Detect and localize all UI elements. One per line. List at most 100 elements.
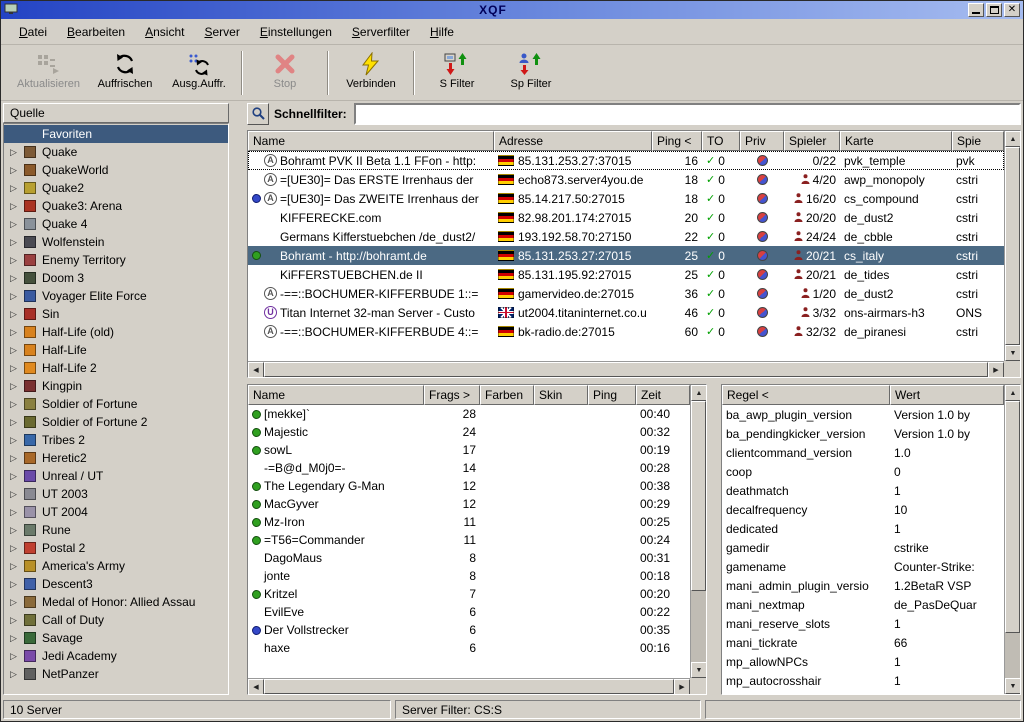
scroll-right-icon[interactable]: ▶ [988,362,1004,378]
sidebar-item[interactable]: ▷ UT 2004 [4,503,228,521]
column-header-skin[interactable]: Skin [534,385,588,405]
expander-icon[interactable]: ▷ [10,165,24,176]
sidebar-item[interactable]: ▷ Quake [4,143,228,161]
refresh-all-button[interactable]: Aktualisieren [9,48,88,98]
sidebar-item[interactable]: ▷ Quake3: Arena [4,197,228,215]
scroll-left-icon[interactable]: ◀ [248,679,264,695]
rule-row[interactable]: gamename Counter-Strike: [722,557,1004,576]
scroll-up-icon[interactable]: ▲ [691,385,706,401]
rule-row[interactable]: decalfrequency 10 [722,500,1004,519]
server-filter-button[interactable]: S Filter [420,48,494,98]
sidebar-item[interactable]: ▷ Half-Life 2 [4,359,228,377]
sidebar-item[interactable]: ▷ Voyager Elite Force [4,287,228,305]
player-row[interactable]: [mekke]` 28 00:40 [248,405,690,423]
server-row[interactable]: A Bohramt PVK II Beta 1.1 FFon - http: 8… [248,151,1004,170]
rule-row[interactable]: mp_allowNPCs 1 [722,652,1004,671]
player-row[interactable]: Kritzel 7 00:20 [248,585,690,603]
sidebar-item[interactable]: ▷ Sin [4,305,228,323]
sidebar-item[interactable]: ▷ Doom 3 [4,269,228,287]
connect-button[interactable]: Verbinden [334,48,408,98]
expander-icon[interactable]: ▷ [10,489,24,500]
server-row[interactable]: A -==::BOCHUMER-KIFFERBUDE 4::= bk-radio… [248,322,1004,341]
rule-row[interactable]: ba_awp_plugin_version Version 1.0 by [722,405,1004,424]
player-row[interactable]: -=B@d_M0j0=- 14 00:28 [248,459,690,477]
player-row[interactable]: DagoMaus 8 00:31 [248,549,690,567]
sidebar-item[interactable]: ▷ Savage [4,629,228,647]
scroll-thumb[interactable] [264,362,988,377]
server-row[interactable]: Bohramt - http://bohramt.de 85.131.253.2… [248,246,1004,265]
column-header-name[interactable]: Name [248,131,494,151]
source-panel-header[interactable]: Quelle [3,103,229,123]
expander-icon[interactable]: ▷ [10,255,24,266]
scroll-thumb[interactable] [1005,401,1020,633]
sidebar-item[interactable]: ▷ Quake 4 [4,215,228,233]
rule-row[interactable]: mani_admin_plugin_versio 1.2BetaR VSP [722,576,1004,595]
scroll-up-icon[interactable]: ▲ [1005,131,1020,147]
sidebar-item[interactable]: ▷ QuakeWorld [4,161,228,179]
expander-icon[interactable]: ▷ [10,219,24,230]
scroll-down-icon[interactable]: ▼ [1005,678,1020,694]
sidebar-item[interactable]: ▷ Rune [4,521,228,539]
server-row[interactable]: U Titan Internet 32-man Server - Custo u… [248,303,1004,322]
expander-icon[interactable]: ▷ [10,291,24,302]
panel-splitter[interactable] [229,103,247,695]
player-filter-button[interactable]: Sp Filter [494,48,568,98]
column-header-map[interactable]: Karte [840,131,952,151]
column-header-frags[interactable]: Frags > [424,385,480,405]
sidebar-item[interactable]: ▷ Enemy Territory [4,251,228,269]
rule-row[interactable]: gamedir cstrike [722,538,1004,557]
player-row[interactable]: sowL 17 00:19 [248,441,690,459]
player-row[interactable]: The Legendary G-Man 12 00:38 [248,477,690,495]
menu-item[interactable]: Serverfilter [342,21,420,43]
server-list-vscrollbar[interactable]: ▲ ▼ [1004,131,1020,361]
scroll-thumb[interactable] [691,401,706,591]
menu-item[interactable]: Einstellungen [250,21,342,43]
scroll-thumb[interactable] [1005,147,1020,345]
sidebar-item[interactable]: ▷ Soldier of Fortune [4,395,228,413]
player-row[interactable]: =T56=Commander 11 00:24 [248,531,690,549]
column-header-gametype[interactable]: Spie [952,131,1004,151]
sidebar-item[interactable]: ▷ Postal 2 [4,539,228,557]
expander-icon[interactable]: ▷ [10,147,24,158]
sidebar-item[interactable]: ▷ Half-Life [4,341,228,359]
sidebar-item[interactable]: ▷ Kingpin [4,377,228,395]
player-row[interactable]: Der Vollstrecker 6 00:35 [248,621,690,639]
rule-row[interactable]: clientcommand_version 1.0 [722,443,1004,462]
rule-row[interactable]: mani_tickrate 66 [722,633,1004,652]
column-header-value[interactable]: Wert [890,385,1004,405]
player-list-vscrollbar[interactable]: ▲ ▼ [690,385,706,678]
sidebar-item[interactable]: ▷ Unreal / UT [4,467,228,485]
rule-row[interactable]: mp_autocrosshair 1 [722,671,1004,690]
quickfilter-input[interactable] [354,103,1021,125]
sidebar-item[interactable]: ▷ NetPanzer [4,665,228,683]
scroll-up-icon[interactable]: ▲ [1005,385,1020,401]
sidebar-item[interactable]: ▷ Descent3 [4,575,228,593]
sidebar-item[interactable]: ▷ America's Army [4,557,228,575]
sidebar-item[interactable]: ▷ Medal of Honor: Allied Assau [4,593,228,611]
sidebar-item[interactable]: ▷ Quake2 [4,179,228,197]
rule-row[interactable]: coop 0 [722,462,1004,481]
rule-row[interactable]: mani_reserve_slots 1 [722,614,1004,633]
expander-icon[interactable]: ▷ [10,435,24,446]
details-splitter[interactable] [707,384,721,695]
sidebar-item[interactable]: ▷ UT 2003 [4,485,228,503]
sidebar-item[interactable]: ▷ Wolfenstein [4,233,228,251]
refresh-button[interactable]: Auffrischen [88,48,162,98]
expander-icon[interactable]: ▷ [10,543,24,554]
scroll-down-icon[interactable]: ▼ [691,662,706,678]
expander-icon[interactable]: ▷ [10,345,24,356]
expander-icon[interactable]: ▷ [10,327,24,338]
player-row[interactable]: MacGyver 12 00:29 [248,495,690,513]
column-header-ping[interactable]: Ping < [652,131,702,151]
server-row[interactable]: Germans Kifferstuebchen /de_dust2/ 193.1… [248,227,1004,246]
expander-icon[interactable]: ▷ [10,471,24,482]
expander-icon[interactable]: ▷ [10,669,24,680]
expander-icon[interactable]: ▷ [10,561,24,572]
column-header-time[interactable]: Zeit [636,385,690,405]
sidebar-item[interactable]: ▷ Jedi Academy [4,647,228,665]
expander-icon[interactable]: ▷ [10,309,24,320]
expander-icon[interactable]: ▷ [10,633,24,644]
expander-icon[interactable]: ▷ [10,651,24,662]
server-row[interactable]: A -==::BOCHUMER-KIFFERBUDE 1::= gamervid… [248,284,1004,303]
column-header-address[interactable]: Adresse [494,131,652,151]
